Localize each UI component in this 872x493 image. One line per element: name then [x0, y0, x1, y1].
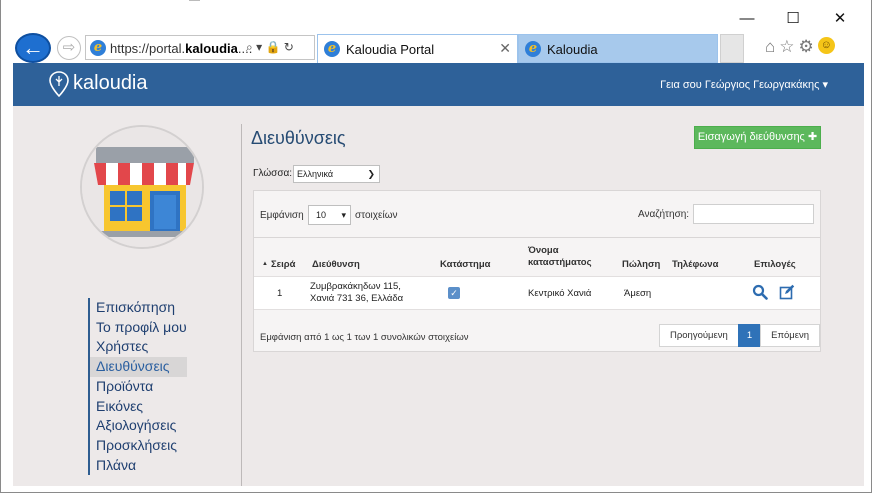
browser-window: — — ☐ ✕ ← ⇨ e https://portal.kaloudia...…	[0, 0, 872, 493]
sidebar-item-invitations[interactable]: Προσκλήσεις	[90, 436, 187, 456]
logo-pin-icon	[49, 71, 69, 98]
sidebar-item-products[interactable]: Προϊόντα	[90, 377, 187, 397]
feedback-smiley-icon[interactable]: ☺	[817, 37, 835, 54]
site-header: kaloudia Γεια σου Γεώργιος Γεωργακάκης ▾	[13, 63, 864, 106]
caret-down-icon: ▾	[822, 79, 828, 91]
ie-tab-icon: e	[324, 41, 340, 57]
window-title: —	[189, 0, 200, 6]
pagination-page-1[interactable]: 1	[737, 324, 762, 347]
plus-icon: ✚	[807, 131, 818, 143]
address-text: https://portal.kaloudia....	[110, 41, 253, 56]
address-actions: ⌕ ▾ 🔒 ↻	[246, 40, 294, 55]
store-checkbox: ✓	[448, 287, 460, 299]
tab-label: Kaloudia Portal	[346, 42, 435, 57]
pagination-prev-button[interactable]: Προηγούμενη	[659, 324, 739, 347]
page-length-select[interactable]: 10 ▾	[308, 205, 351, 225]
sidebar-nav: Επισκόπηση Το προφίλ μου Χρήστες Διευθύν…	[88, 298, 187, 476]
language-select[interactable]: Ελληνικά ❯	[293, 165, 380, 183]
column-store[interactable]: Κατάστημα	[440, 259, 491, 270]
cell-store-name: Κεντρικό Χανιά	[528, 288, 592, 299]
page-title: Διευθύνσεις	[251, 128, 346, 148]
column-address[interactable]: Διεύθυνση	[312, 259, 360, 270]
table-row: 1 Ζυμβρακάκηδων 115, Χανιά 731 36, Ελλάδα…	[254, 276, 820, 310]
sort-asc-icon: ▲	[262, 261, 268, 267]
edit-icon[interactable]	[779, 284, 795, 305]
home-icon[interactable]: ⌂	[765, 37, 779, 56]
search-label: Αναζήτηση:	[638, 209, 690, 220]
close-window-button[interactable]: ✕	[829, 10, 851, 28]
sidebar-item-reviews[interactable]: Αξιολογήσεις	[90, 416, 187, 436]
sidebar-item-images[interactable]: Εικόνες	[90, 397, 187, 417]
pagination: Προηγούμενη 1 Επόμενη	[659, 324, 821, 347]
chevron-down-icon: ❯	[367, 169, 375, 179]
minimize-button[interactable]: —	[736, 10, 758, 28]
show-entries-label: Εμφάνιση	[260, 210, 304, 221]
column-phones[interactable]: Τηλέφωνα	[672, 259, 718, 270]
browser-tools: ⌂☆⚙ ☺	[765, 37, 835, 57]
search-input[interactable]	[693, 204, 814, 224]
pagination-next-button[interactable]: Επόμενη	[760, 324, 821, 347]
addresses-table-panel: Εμφάνιση 10 ▾ στοιχείων Αναζήτηση: ▲ Σειρ…	[253, 190, 821, 352]
new-tab-button[interactable]	[720, 34, 744, 63]
shop-icon	[82, 127, 202, 247]
tab-kaloudia-portal[interactable]: e Kaloudia Portal ✕	[317, 34, 518, 63]
content-divider	[241, 124, 242, 486]
refresh-icon[interactable]: ↻	[284, 40, 294, 54]
entries-label: στοιχείων	[355, 210, 398, 221]
sidebar-item-addresses[interactable]: Διευθύνσεις	[90, 357, 187, 377]
table-header: ▲ Σειρά Διεύθυνση Κατάστημα Όνομα καταστή…	[254, 237, 820, 276]
sidebar-item-overview[interactable]: Επισκόπηση	[90, 298, 187, 318]
logo-text[interactable]: kaloudia	[73, 72, 148, 95]
star-icon[interactable]: ☆	[779, 37, 798, 56]
page-body: Επισκόπηση Το προφίλ μου Χρήστες Διευθύν…	[13, 106, 864, 486]
add-address-button[interactable]: Εισαγωγή διεύθυνσης ✚	[694, 126, 821, 149]
maximize-button[interactable]: ☐	[782, 10, 804, 28]
cell-address: Ζυμβρακάκηδων 115, Χανιά 731 36, Ελλάδα	[310, 281, 404, 304]
cell-sale: Άμεση	[624, 288, 652, 299]
column-order[interactable]: ▲ Σειρά	[262, 259, 296, 270]
column-store-name[interactable]: Όνομα καταστήματος	[528, 245, 598, 269]
language-label: Γλώσσα:	[253, 168, 293, 179]
column-actions: Επιλογές	[754, 259, 796, 270]
sidebar-item-plans[interactable]: Πλάνα	[90, 456, 187, 476]
table-info: Εμφάνιση από 1 ως 1 των 1 συνολικών στοι…	[260, 332, 469, 343]
cell-order: 1	[277, 288, 283, 299]
ie-tab-icon: e	[525, 41, 541, 57]
title-bar: — — ☐ ✕	[1, 0, 871, 32]
address-bar[interactable]: e https://portal.kaloudia.... ⌕ ▾ 🔒 ↻	[85, 35, 315, 60]
column-sale[interactable]: Πώληση	[622, 259, 660, 270]
view-icon[interactable]	[752, 284, 768, 305]
forward-button[interactable]: ⇨	[57, 36, 81, 60]
tab-kaloudia[interactable]: e Kaloudia	[518, 34, 718, 63]
nav-bar: ← ⇨ e https://portal.kaloudia.... ⌕ ▾ 🔒 …	[1, 32, 871, 63]
chevron-down-icon: ▾	[341, 210, 346, 220]
store-avatar	[80, 125, 204, 249]
ie-site-icon: e	[90, 40, 106, 56]
sidebar-item-profile[interactable]: Το προφίλ μου	[90, 318, 187, 338]
back-button[interactable]: ←	[15, 33, 51, 63]
user-menu[interactable]: Γεια σου Γεώργιος Γεωργακάκης ▾	[660, 78, 828, 91]
tab-close-icon[interactable]: ✕	[499, 40, 511, 57]
dropdown-icon[interactable]: ▾	[256, 40, 262, 54]
tab-label: Kaloudia	[547, 42, 598, 57]
gear-icon[interactable]: ⚙	[799, 37, 818, 56]
search-icon[interactable]: ⌕	[246, 40, 253, 54]
lock-icon[interactable]: 🔒	[265, 40, 280, 54]
sidebar-item-users[interactable]: Χρήστες	[90, 337, 187, 357]
